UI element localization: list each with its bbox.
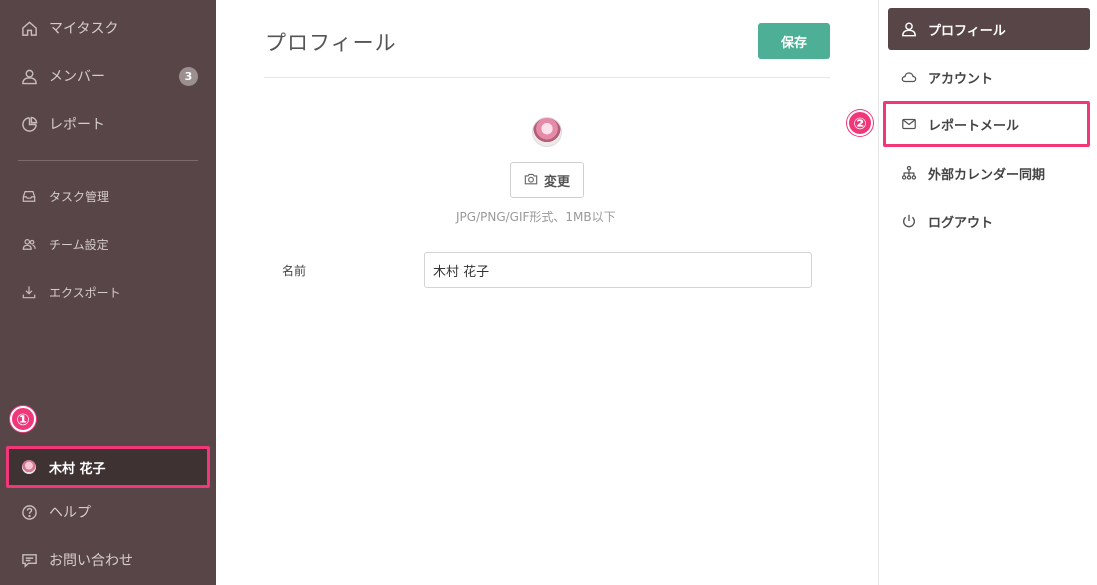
home-icon xyxy=(20,19,38,37)
sidebar-item-help[interactable]: ヘルプ xyxy=(0,492,216,532)
download-icon xyxy=(20,283,38,301)
settings-menu-calendar-sync[interactable]: 外部カレンダー同期 xyxy=(888,152,1090,194)
sidebar-item-label: チーム設定 xyxy=(49,237,109,252)
chat-icon xyxy=(20,551,38,569)
settings-menu-account[interactable]: アカウント xyxy=(888,56,1090,98)
settings-menu-label: ログアウト xyxy=(928,215,994,231)
sidebar-item-team-settings[interactable]: チーム設定 xyxy=(0,224,216,264)
sidebar-item-label: エクスポート xyxy=(49,285,121,300)
annotation-marker-1: ① xyxy=(10,406,36,432)
avatar xyxy=(22,460,36,474)
settings-menu-label: 外部カレンダー同期 xyxy=(928,167,1046,183)
sidebar-item-my-tasks[interactable]: マイタスク xyxy=(0,8,216,48)
sidebar-divider xyxy=(18,160,198,161)
settings-menu-label: レポートメール xyxy=(928,118,1020,134)
sidebar-item-members[interactable]: メンバー 3 xyxy=(0,56,216,96)
annotation-marker-2: ② xyxy=(847,110,873,136)
name-field[interactable] xyxy=(424,252,812,288)
settings-menu-profile[interactable]: プロフィール xyxy=(888,8,1090,50)
current-user-button[interactable]: 木村 花子 xyxy=(6,446,210,488)
sidebar: マイタスク メンバー 3 レポート タスク管理 チーム設定 エクスポート ① 木… xyxy=(0,0,216,585)
member-count-badge: 3 xyxy=(179,67,198,86)
sidebar-item-label: お問い合わせ xyxy=(49,553,133,569)
sidebar-item-task-management[interactable]: タスク管理 xyxy=(0,176,216,216)
settings-menu-label: プロフィール xyxy=(928,23,1006,39)
user-name: 木村 花子 xyxy=(49,461,106,477)
camera-icon xyxy=(524,171,544,190)
settings-menu-logout[interactable]: ログアウト xyxy=(888,200,1090,242)
cloud-icon xyxy=(900,68,918,86)
sidebar-item-label: レポート xyxy=(49,117,105,133)
title-divider xyxy=(264,77,830,78)
sidebar-item-label: マイタスク xyxy=(49,21,119,37)
settings-menu-report-mail[interactable]: レポートメール xyxy=(883,101,1090,147)
avatar-format-hint: JPG/PNG/GIF形式、1MB以下 xyxy=(456,210,616,224)
name-field-label: 名前 xyxy=(282,264,307,278)
sidebar-item-label: タスク管理 xyxy=(49,189,110,204)
help-icon xyxy=(20,503,38,521)
page-title: プロフィール xyxy=(265,31,397,55)
sidebar-item-label: ヘルプ xyxy=(49,505,91,521)
change-avatar-label: 変更 xyxy=(543,174,570,190)
pie-chart-icon xyxy=(20,115,38,133)
change-avatar-button[interactable]: 変更 xyxy=(510,162,584,198)
save-button[interactable]: 保存 xyxy=(758,23,830,59)
sidebar-item-contact[interactable]: お問い合わせ xyxy=(0,540,216,580)
settings-menu-label: アカウント xyxy=(928,71,994,87)
sidebar-item-report[interactable]: レポート xyxy=(0,104,216,144)
user-icon xyxy=(900,20,918,38)
mail-icon xyxy=(900,115,918,133)
sidebar-item-label: メンバー xyxy=(49,69,105,85)
profile-avatar xyxy=(532,117,562,147)
user-icon xyxy=(20,67,38,85)
sidebar-item-export[interactable]: エクスポート xyxy=(0,272,216,312)
sitemap-icon xyxy=(900,164,918,182)
power-icon xyxy=(900,212,918,230)
team-icon xyxy=(20,235,38,253)
inbox-icon xyxy=(20,187,38,205)
